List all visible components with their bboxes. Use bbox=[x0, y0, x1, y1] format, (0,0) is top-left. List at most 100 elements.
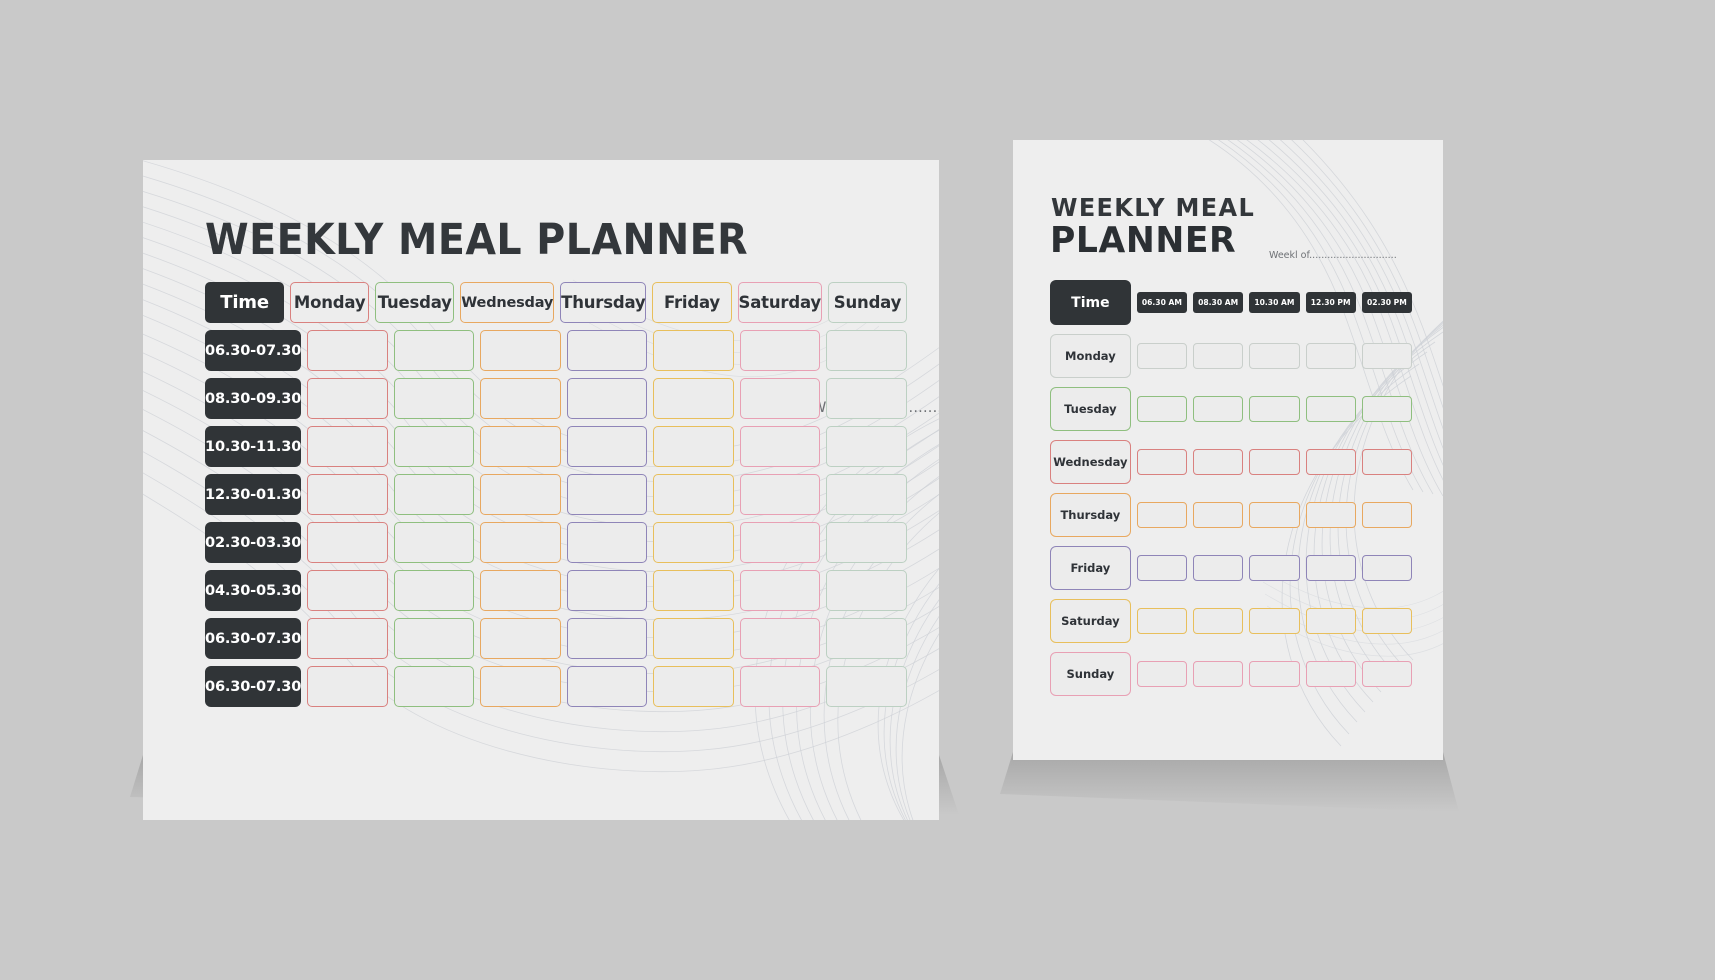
right-meal-cell-wednesday[interactable] bbox=[1136, 449, 1188, 475]
left-time-slot-label: 08.30-09.30 bbox=[205, 378, 301, 419]
right-meal-cell-friday[interactable] bbox=[1361, 555, 1413, 581]
right-day-row: Saturday bbox=[1050, 599, 1413, 643]
right-meal-cell-saturday[interactable] bbox=[1249, 608, 1300, 634]
left-meal-cell-sunday[interactable] bbox=[826, 522, 908, 563]
left-meal-cell-thursday[interactable] bbox=[566, 330, 648, 371]
left-meal-cell-saturday[interactable] bbox=[739, 522, 821, 563]
left-meal-cell-sunday[interactable] bbox=[826, 474, 908, 515]
right-meal-cell-saturday[interactable] bbox=[1193, 608, 1244, 634]
left-meal-cell-tuesday[interactable] bbox=[393, 426, 475, 467]
left-column-header-time: Time bbox=[205, 282, 285, 323]
left-time-slot-label: 06.30-07.30 bbox=[205, 618, 301, 659]
left-meal-cell-monday[interactable] bbox=[307, 618, 388, 659]
right-meal-cell-friday[interactable] bbox=[1305, 555, 1356, 581]
right-meal-cell-sunday[interactable] bbox=[1361, 661, 1413, 687]
left-meal-cell-saturday[interactable] bbox=[739, 666, 821, 707]
left-meal-cell-saturday[interactable] bbox=[739, 378, 821, 419]
left-meal-cell-sunday[interactable] bbox=[826, 426, 908, 467]
right-meal-cell-friday[interactable] bbox=[1249, 555, 1300, 581]
left-meal-cell-wednesday[interactable] bbox=[480, 330, 561, 371]
left-meal-cell-monday[interactable] bbox=[307, 666, 388, 707]
left-meal-cell-tuesday[interactable] bbox=[393, 666, 475, 707]
right-meal-cell-monday[interactable] bbox=[1305, 343, 1356, 369]
left-meal-cell-saturday[interactable] bbox=[739, 426, 821, 467]
left-meal-cell-tuesday[interactable] bbox=[393, 330, 475, 371]
right-meal-cell-tuesday[interactable] bbox=[1249, 396, 1300, 422]
left-meal-cell-sunday[interactable] bbox=[826, 570, 908, 611]
left-meal-cell-monday[interactable] bbox=[307, 570, 388, 611]
right-meal-cell-tuesday[interactable] bbox=[1361, 396, 1413, 422]
right-meal-cell-sunday[interactable] bbox=[1136, 661, 1188, 687]
left-meal-cell-thursday[interactable] bbox=[566, 618, 648, 659]
right-day-row: Monday bbox=[1050, 334, 1413, 378]
right-meal-cell-thursday[interactable] bbox=[1305, 502, 1356, 528]
right-meal-cell-saturday[interactable] bbox=[1305, 608, 1356, 634]
left-meal-cell-wednesday[interactable] bbox=[480, 618, 561, 659]
left-table-row: 04.30-05.30 bbox=[205, 570, 908, 611]
right-meal-cell-thursday[interactable] bbox=[1361, 502, 1413, 528]
left-meal-cell-wednesday[interactable] bbox=[480, 426, 561, 467]
left-meal-cell-thursday[interactable] bbox=[566, 474, 648, 515]
left-meal-cell-sunday[interactable] bbox=[826, 378, 908, 419]
right-meal-cell-monday[interactable] bbox=[1249, 343, 1300, 369]
left-meal-cell-sunday[interactable] bbox=[826, 666, 908, 707]
left-meal-cell-saturday[interactable] bbox=[739, 618, 821, 659]
left-meal-cell-friday[interactable] bbox=[653, 522, 734, 563]
right-meal-cell-saturday[interactable] bbox=[1361, 608, 1413, 634]
right-meal-cell-wednesday[interactable] bbox=[1193, 449, 1244, 475]
left-meal-cell-friday[interactable] bbox=[653, 570, 734, 611]
left-meal-cell-monday[interactable] bbox=[307, 474, 388, 515]
left-meal-cell-tuesday[interactable] bbox=[393, 474, 475, 515]
left-meal-cell-thursday[interactable] bbox=[566, 570, 648, 611]
left-meal-cell-saturday[interactable] bbox=[739, 474, 821, 515]
left-meal-cell-monday[interactable] bbox=[307, 426, 388, 467]
right-meal-cell-wednesday[interactable] bbox=[1361, 449, 1413, 475]
left-meal-cell-tuesday[interactable] bbox=[393, 522, 475, 563]
left-meal-cell-wednesday[interactable] bbox=[480, 570, 561, 611]
left-meal-cell-sunday[interactable] bbox=[826, 618, 908, 659]
left-column-header-tuesday: Tuesday bbox=[375, 282, 455, 323]
left-meal-cell-tuesday[interactable] bbox=[393, 570, 475, 611]
right-page-title-line1: WEEKLY MEAL bbox=[1051, 193, 1256, 222]
right-meal-cell-tuesday[interactable] bbox=[1193, 396, 1244, 422]
right-meal-cell-monday[interactable] bbox=[1193, 343, 1244, 369]
left-meal-cell-friday[interactable] bbox=[653, 330, 734, 371]
left-table-row: 06.30-07.30 bbox=[205, 666, 908, 707]
left-meal-cell-friday[interactable] bbox=[653, 474, 734, 515]
right-meal-cell-thursday[interactable] bbox=[1193, 502, 1244, 528]
right-meal-cell-tuesday[interactable] bbox=[1305, 396, 1356, 422]
left-meal-cell-tuesday[interactable] bbox=[393, 378, 475, 419]
right-meal-cell-thursday[interactable] bbox=[1136, 502, 1188, 528]
right-meal-cell-monday[interactable] bbox=[1361, 343, 1413, 369]
right-meal-cell-friday[interactable] bbox=[1136, 555, 1188, 581]
left-meal-cell-thursday[interactable] bbox=[566, 522, 648, 563]
right-meal-cell-tuesday[interactable] bbox=[1136, 396, 1188, 422]
left-meal-cell-sunday[interactable] bbox=[826, 330, 908, 371]
left-meal-cell-monday[interactable] bbox=[307, 522, 388, 563]
left-meal-cell-tuesday[interactable] bbox=[393, 618, 475, 659]
right-meal-cell-saturday[interactable] bbox=[1136, 608, 1188, 634]
left-meal-cell-monday[interactable] bbox=[307, 330, 388, 371]
right-meal-cell-wednesday[interactable] bbox=[1249, 449, 1300, 475]
right-meal-cell-friday[interactable] bbox=[1193, 555, 1244, 581]
right-meal-cell-wednesday[interactable] bbox=[1305, 449, 1356, 475]
right-meal-cell-sunday[interactable] bbox=[1193, 661, 1244, 687]
left-meal-cell-wednesday[interactable] bbox=[480, 522, 561, 563]
left-meal-cell-thursday[interactable] bbox=[566, 378, 648, 419]
left-meal-cell-thursday[interactable] bbox=[566, 426, 648, 467]
left-meal-cell-saturday[interactable] bbox=[739, 330, 821, 371]
right-meal-cell-sunday[interactable] bbox=[1305, 661, 1356, 687]
right-meal-cell-thursday[interactable] bbox=[1249, 502, 1300, 528]
right-meal-cell-sunday[interactable] bbox=[1249, 661, 1300, 687]
left-meal-cell-wednesday[interactable] bbox=[480, 378, 561, 419]
left-meal-cell-wednesday[interactable] bbox=[480, 666, 561, 707]
left-meal-cell-friday[interactable] bbox=[653, 426, 734, 467]
right-meal-cell-monday[interactable] bbox=[1136, 343, 1188, 369]
left-meal-cell-friday[interactable] bbox=[653, 666, 734, 707]
left-meal-cell-friday[interactable] bbox=[653, 378, 734, 419]
left-meal-cell-monday[interactable] bbox=[307, 378, 388, 419]
left-meal-cell-friday[interactable] bbox=[653, 618, 734, 659]
left-meal-cell-saturday[interactable] bbox=[739, 570, 821, 611]
left-meal-cell-wednesday[interactable] bbox=[480, 474, 561, 515]
left-meal-cell-thursday[interactable] bbox=[566, 666, 648, 707]
